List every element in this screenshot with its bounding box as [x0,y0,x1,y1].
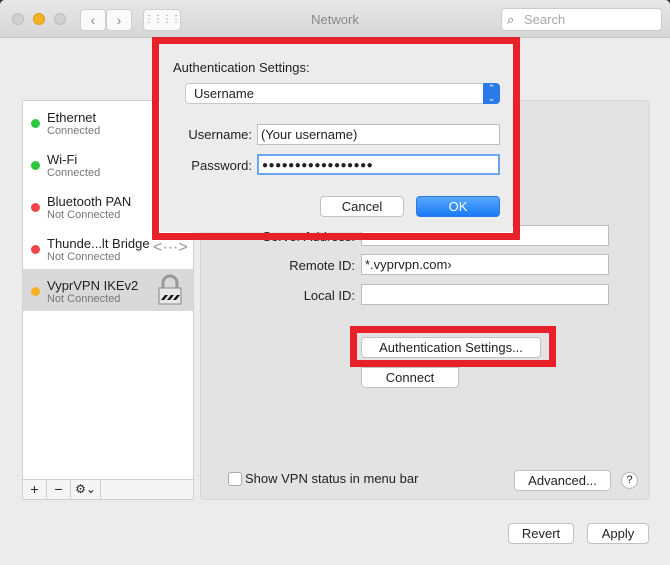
highlight-box [152,37,520,240]
service-name: VyprVPN IKEv2 [47,278,139,293]
gear-icon[interactable]: ⚙⌄ [71,480,101,499]
remote-id-label: Remote ID: [289,258,355,273]
service-name: Bluetooth PAN [47,194,132,209]
advanced-button[interactable]: Advanced... [514,470,611,491]
service-status: Connected [47,125,101,137]
show-vpn-status-checkbox[interactable] [228,472,242,486]
service-name: Ethernet [47,110,97,125]
status-dot [31,119,40,128]
service-status: Not Connected [47,251,121,263]
remote-id-field[interactable]: *.vyprvpn.com› [361,254,609,275]
apply-button[interactable]: Apply [587,523,649,544]
authentication-settings-button[interactable]: Authentication Settings... [361,337,541,358]
service-status: Not Connected [47,209,121,221]
help-button[interactable]: ? [621,472,638,489]
status-dot [31,161,40,170]
search-input[interactable]: ⌕ Search [501,8,662,31]
status-dot [31,203,40,212]
service-vyprvpn[interactable]: VyprVPN IKEv2 Not Connected [23,269,193,311]
add-service-button[interactable]: + [23,480,47,499]
local-id-field[interactable] [361,284,609,305]
search-icon: ⌕ [507,12,515,27]
service-status: Connected [47,167,101,179]
service-list-toolbar: + − ⚙⌄ [22,480,194,500]
local-id-label: Local ID: [303,288,355,303]
status-dot [31,287,40,296]
connect-button[interactable]: Connect [361,367,459,388]
service-status: Not Connected [47,293,121,305]
show-vpn-status-label: Show VPN status in menu bar [245,471,419,486]
revert-button[interactable]: Revert [508,523,574,544]
service-name: Thunde...lt Bridge [47,236,150,251]
service-name: Wi-Fi [47,152,78,167]
remove-service-button[interactable]: − [47,480,71,499]
status-dot [31,245,40,254]
search-placeholder: Search [524,12,566,27]
title-bar: ‹ › ⋮⋮⋮⋮ Network ⌕ Search [0,0,670,38]
network-window: ‹ › ⋮⋮⋮⋮ Network ⌕ Search Ethernet Connect… [0,0,670,565]
lock-icon [158,274,182,305]
